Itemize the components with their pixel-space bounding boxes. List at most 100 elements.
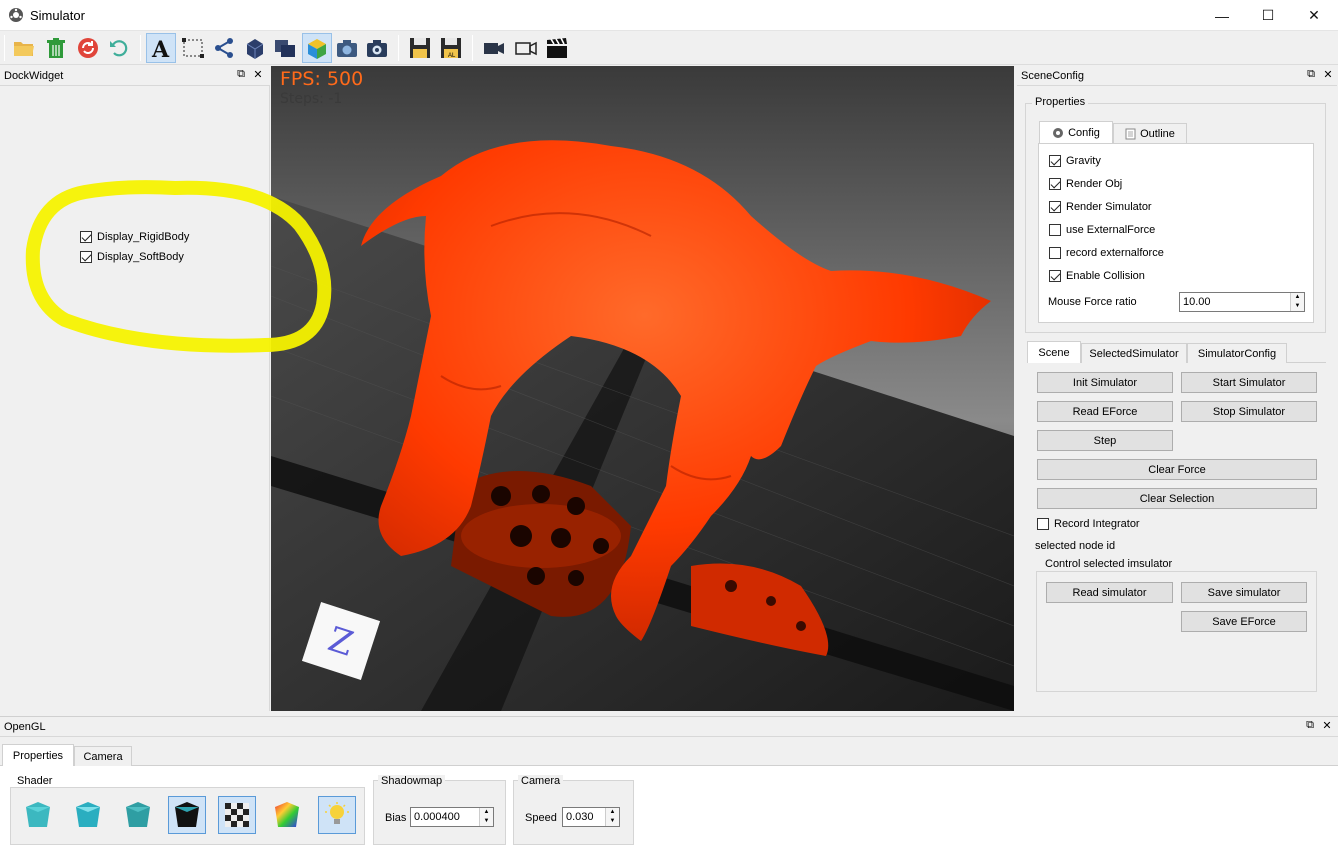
mouse-force-spinbox[interactable]: 10.00 ▲ ▼: [1179, 292, 1305, 312]
selected-node-label: selected node id: [1035, 540, 1116, 552]
text-icon[interactable]: A: [146, 33, 176, 63]
tab-simulator-config[interactable]: SimulatorConfig: [1187, 343, 1287, 363]
left-dock: DockWidget ⧉ ✕ Display_RigidBody Display…: [0, 66, 270, 711]
toolbar-separator: [472, 35, 473, 61]
select-rect-icon[interactable]: [178, 33, 208, 63]
clear-force-button[interactable]: Clear Force: [1037, 459, 1317, 480]
minimize-button[interactable]: —: [1199, 0, 1245, 31]
lightbulb-icon[interactable]: [318, 796, 356, 834]
shader-checker-icon[interactable]: [218, 796, 256, 834]
mouse-force-label: Mouse Force ratio: [1048, 296, 1137, 308]
toolbar-separator: [398, 35, 399, 61]
save-all-icon[interactable]: AL: [436, 33, 466, 63]
checkbox-box[interactable]: [1049, 224, 1061, 236]
gear-icon: [1053, 127, 1064, 138]
video-camera-icon[interactable]: [479, 33, 509, 63]
record-camera-icon[interactable]: [511, 33, 541, 63]
float-icon[interactable]: ⧉: [1303, 719, 1317, 732]
bias-spinbox[interactable]: 0.000400 ▲ ▼: [410, 807, 494, 827]
toolbar-separator: [4, 35, 5, 61]
bias-label: Bias: [385, 812, 407, 824]
trash-icon[interactable]: [41, 33, 71, 63]
control-group-label: Control selected imsulator: [1042, 558, 1176, 570]
clear-selection-button[interactable]: Clear Selection: [1037, 488, 1317, 509]
record-integrator-checkbox[interactable]: Record Integrator: [1037, 518, 1140, 530]
checkbox-label: Record Integrator: [1054, 518, 1140, 530]
dock-title: DockWidget: [4, 70, 64, 82]
dock-title: SceneConfig: [1021, 70, 1084, 82]
close-icon[interactable]: ✕: [251, 68, 265, 81]
spinbox-value: 10.00: [1183, 296, 1211, 308]
clapperboard-icon[interactable]: [542, 33, 572, 63]
shader-rainbow-icon[interactable]: [268, 796, 306, 834]
spin-arrows-icon[interactable]: ▲ ▼: [479, 808, 493, 826]
close-icon[interactable]: ✕: [1321, 68, 1335, 81]
step-button[interactable]: Step: [1037, 430, 1173, 451]
checkbox-box[interactable]: [1037, 518, 1049, 530]
tab-label: Camera: [83, 750, 123, 763]
camera-label: Camera: [518, 775, 564, 787]
save-icon[interactable]: [405, 33, 435, 63]
float-icon[interactable]: ⧉: [1304, 68, 1318, 81]
gl-viewport[interactable]: Z FPS: 500 Steps: -1: [271, 66, 1014, 711]
checkbox-box[interactable]: [1049, 270, 1061, 282]
checkbox-box[interactable]: [1049, 155, 1061, 167]
spin-arrows-icon[interactable]: ▲ ▼: [605, 808, 619, 826]
tab-label: SimulatorConfig: [1197, 347, 1277, 360]
cube-icon[interactable]: [240, 33, 270, 63]
camera-icon[interactable]: [332, 33, 362, 63]
shader-smooth-icon[interactable]: [69, 796, 107, 834]
shader-flat-icon[interactable]: [19, 796, 57, 834]
snapshot-camera-icon[interactable]: [362, 33, 392, 63]
fps-counter: FPS: 500: [280, 68, 364, 90]
reload-icon[interactable]: [73, 33, 103, 63]
render-simulator-checkbox[interactable]: Render Simulator: [1049, 201, 1152, 213]
speed-label: Speed: [525, 812, 557, 824]
enable-collision-checkbox[interactable]: Enable Collision: [1049, 270, 1145, 282]
gravity-checkbox[interactable]: Gravity: [1049, 155, 1101, 167]
shader-phong-icon[interactable]: [119, 796, 157, 834]
scene-render: Z: [271, 66, 1014, 711]
tab-config[interactable]: Config: [1039, 121, 1113, 143]
maximize-button[interactable]: ☐: [1245, 0, 1291, 31]
undo-icon[interactable]: [104, 33, 134, 63]
shadowmap-label: Shadowmap: [378, 775, 446, 787]
use-externalforce-checkbox[interactable]: use ExternalForce: [1049, 224, 1155, 236]
tab-label: Properties: [12, 749, 64, 762]
scene-config-dock: SceneConfig ⧉ ✕ Properties Config Outlin…: [1015, 66, 1338, 711]
color-cube-icon[interactable]: [302, 33, 332, 63]
shader-shadow-icon[interactable]: [168, 796, 206, 834]
init-simulator-button[interactable]: Init Simulator: [1037, 372, 1173, 393]
spin-arrows-icon[interactable]: ▲ ▼: [1290, 293, 1304, 311]
float-icon[interactable]: ⧉: [234, 68, 248, 81]
stop-simulator-button[interactable]: Stop Simulator: [1181, 401, 1317, 422]
close-icon[interactable]: ✕: [1320, 719, 1334, 732]
read-eforce-button[interactable]: Read EForce: [1037, 401, 1173, 422]
record-externalforce-checkbox[interactable]: record externalforce: [1049, 247, 1164, 259]
checkbox-box[interactable]: [1049, 247, 1061, 259]
tab-label: SelectedSimulator: [1089, 347, 1179, 360]
spinbox-value: 0.030: [566, 811, 594, 823]
tab-properties[interactable]: Properties: [2, 744, 74, 766]
render-obj-checkbox[interactable]: Render Obj: [1049, 178, 1122, 190]
tab-scene[interactable]: Scene: [1027, 341, 1081, 363]
svg-text:A: A: [151, 37, 170, 60]
highlight-annotation: [25, 180, 332, 353]
dock-header: OpenGL ⧉ ✕: [0, 717, 1338, 737]
share-graph-icon[interactable]: [209, 33, 239, 63]
speed-spinbox[interactable]: 0.030 ▲ ▼: [562, 807, 620, 827]
open-folder-icon[interactable]: [9, 33, 39, 63]
tab-selected-simulator[interactable]: SelectedSimulator: [1081, 343, 1187, 363]
close-button[interactable]: ✕: [1291, 0, 1337, 31]
tab-outline[interactable]: Outline: [1113, 123, 1187, 143]
save-eforce-button[interactable]: Save EForce: [1181, 611, 1307, 632]
checkbox-box[interactable]: [1049, 178, 1061, 190]
stacked-cubes-icon[interactable]: [270, 33, 300, 63]
window-title: Simulator: [30, 8, 85, 23]
start-simulator-button[interactable]: Start Simulator: [1181, 372, 1317, 393]
tab-camera[interactable]: Camera: [74, 746, 132, 766]
svg-text:AL: AL: [448, 53, 456, 59]
save-simulator-button[interactable]: Save simulator: [1181, 582, 1307, 603]
checkbox-box[interactable]: [1049, 201, 1061, 213]
read-simulator-button[interactable]: Read simulator: [1046, 582, 1173, 603]
